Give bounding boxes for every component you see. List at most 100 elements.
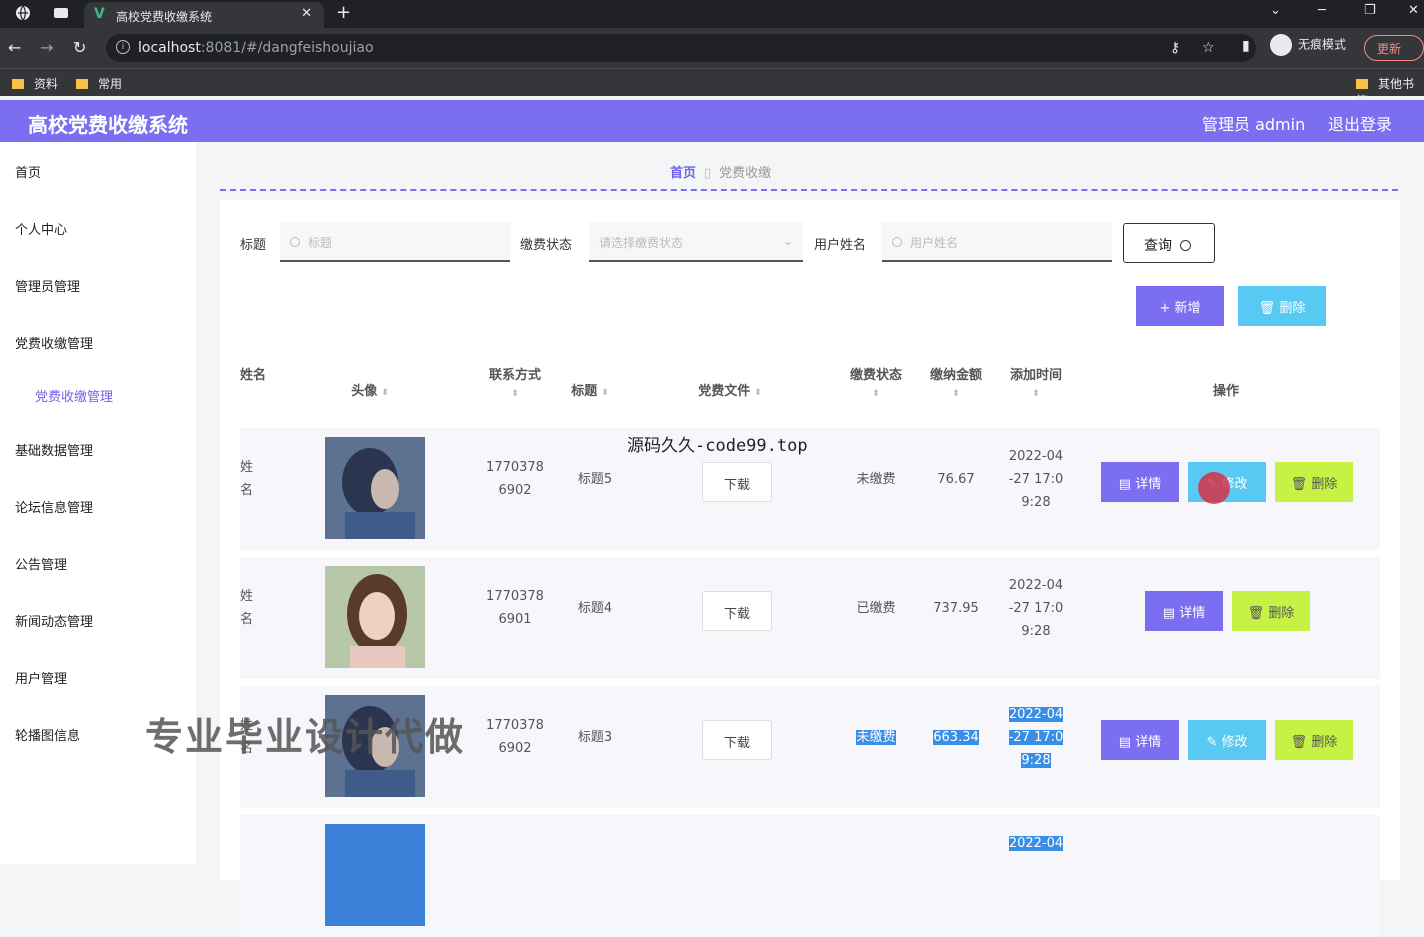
column-header-status[interactable]: 缴费状态 ⬍ [840,364,912,399]
title-filter-label: 标题 [240,238,267,253]
sidebar-subitem-fee-collection[interactable]: 党费收缴管理 [35,386,113,405]
browser-tab[interactable]: V 高校党费收缴系统 ✕ [84,2,324,28]
sort-icon: ⬍ [872,389,880,399]
detail-button[interactable]: ▤ 详情 [1145,591,1223,631]
folder-icon [1356,79,1368,89]
cell-amount: 737.95 [933,601,979,616]
delete-button[interactable]: 🗑 删除 [1275,462,1353,502]
table-row: 姓名 1770378 6901 标题4 下载 已缴费 737.95 2022-04… [240,557,1380,679]
restore-icon[interactable]: ❐ [1364,3,1376,18]
detail-button[interactable]: ▤ 详情 [1101,720,1179,760]
plus-icon: + [1159,301,1175,316]
document-icon: ▤ [1162,606,1180,621]
incognito-icon [1270,34,1292,56]
query-button[interactable]: 查询 [1123,223,1215,263]
column-header-time[interactable]: 添加时间 ⬍ [1000,364,1072,399]
column-header-title[interactable]: 标题 ⬍ [560,380,620,399]
title-search-input[interactable]: 标题 [280,222,510,262]
click-indicator [1198,472,1230,504]
sidebar-item-fee-management[interactable]: 党费收缴管理 [15,333,93,352]
tab-list-chevron-icon[interactable]: ⌄ [1270,3,1281,18]
sort-icon: ⬍ [601,388,609,398]
document-icon: ▤ [1118,477,1136,492]
download-button[interactable]: 下载 [702,591,772,631]
column-header-actions: 操作 [1212,384,1239,399]
sidebar-item-basic-data[interactable]: 基础数据管理 [15,440,93,459]
sidebar-item-home[interactable]: 首页 [15,162,41,181]
breadcrumb-home[interactable]: 首页 [670,166,696,181]
admin-label: 管理员 admin [1202,115,1306,134]
trash-icon: 🗑 [1290,477,1312,492]
trash-icon: 🗑 [1258,301,1280,316]
bookmark-star-icon[interactable]: ☆ [1202,40,1215,56]
cell-title: 标题3 [577,730,613,745]
divider [220,189,1398,191]
sidebar-item-carousel[interactable]: 轮播图信息 [15,725,80,744]
cell-phone: 1770378 6902 [486,718,544,756]
forward-icon[interactable]: → [40,38,53,57]
bookmark-folder[interactable]: 常用 [76,75,122,92]
sidebar-item-forum[interactable]: 论坛信息管理 [15,497,93,516]
url-text: localhost:8081/#/dangfeishoujiao [138,40,374,56]
cell-title: 标题4 [577,601,613,616]
user-name-input[interactable]: 用户姓名 [882,222,1112,262]
download-button[interactable]: 下载 [702,720,772,760]
pencil-icon: ✎ [1206,735,1222,750]
tab-search-icon[interactable] [53,5,69,21]
user-filter-label: 用户姓名 [814,238,867,253]
bookmark-folder[interactable]: 资料 [12,75,58,92]
sidebar-item-users[interactable]: 用户管理 [15,668,67,687]
edit-button[interactable]: ✎ 修改 [1188,720,1266,760]
cell-time: 2022-04 -27 17:0 9:28 [1008,449,1064,510]
sidebar-item-admin[interactable]: 管理员管理 [15,276,80,295]
close-window-icon[interactable]: ✕ [1408,3,1419,18]
site-info-icon[interactable]: i [116,40,130,54]
bookmarks-bar: 资料 常用 其他书签 [0,68,1424,108]
update-button[interactable]: 更新 [1364,35,1424,61]
column-header-file[interactable]: 党费文件 ⬍ [680,380,780,399]
search-icon [892,237,902,247]
sidebar-item-notice[interactable]: 公告管理 [15,554,67,573]
download-button[interactable]: 下载 [702,462,772,502]
sidebar-item-news[interactable]: 新闻动态管理 [15,611,93,630]
back-icon[interactable]: ← [8,38,21,57]
sort-icon: ⬍ [381,388,389,398]
cell-name: 姓名 [240,589,254,627]
sort-icon: ⬍ [511,389,519,399]
cell-phone: 1770378 6901 [486,589,544,627]
new-tab-icon[interactable]: + [336,2,351,23]
url-input[interactable]: i localhost:8081/#/dangfeishoujiao ⚷ ☆ [106,34,1256,62]
breadcrumb: 首页 ▯ 党费收缴 [670,162,771,181]
cell-time: 2022-04 -27 17:0 9:28 [1008,707,1064,768]
sidebar-item-profile[interactable]: 个人中心 [15,219,67,238]
column-header-amount[interactable]: 缴纳金额 ⬍ [920,364,992,399]
detail-button[interactable]: ▤ 详情 [1101,462,1179,502]
logout-link[interactable]: 退出登录 [1328,111,1392,135]
cell-phone: 1770378 6902 [486,460,544,498]
browser-tabbar: V 高校党费收缴系统 ✕ + ⌄ ─ ❐ ✕ [0,0,1424,28]
table-row: 2022-04 [240,815,1380,937]
tab-close-icon[interactable]: ✕ [301,6,312,21]
trash-icon: 🗑 [1290,735,1312,750]
browser-globe-icon [16,5,30,21]
avatar [325,824,425,926]
avatar [325,566,425,668]
minimize-icon[interactable]: ─ [1318,3,1326,18]
breadcrumb-separator-icon: ▯ [704,166,712,181]
cell-status: 未缴费 [856,730,896,745]
status-select[interactable]: 请选择缴费状态 ⌄ [589,222,803,262]
batch-delete-button[interactable]: 🗑 删除 [1238,286,1326,326]
breadcrumb-current: 党费收缴 [719,166,772,181]
column-header-phone[interactable]: 联系方式 ⬍ [475,364,555,399]
reload-icon[interactable]: ↻ [73,38,86,57]
cell-status: 已缴费 [856,601,896,616]
delete-button[interactable]: 🗑 删除 [1232,591,1310,631]
add-button[interactable]: + 新增 [1136,286,1224,326]
delete-button[interactable]: 🗑 删除 [1275,720,1353,760]
cell-name: 姓名 [240,460,254,498]
key-icon[interactable]: ⚷ [1170,40,1180,56]
side-panel-icon[interactable]: ▮ [1242,38,1250,54]
column-header-name[interactable]: 姓名 [240,364,270,383]
column-header-avatar[interactable]: 头像 ⬍ [335,380,405,399]
incognito-indicator[interactable]: 无痕模式 [1270,34,1346,56]
